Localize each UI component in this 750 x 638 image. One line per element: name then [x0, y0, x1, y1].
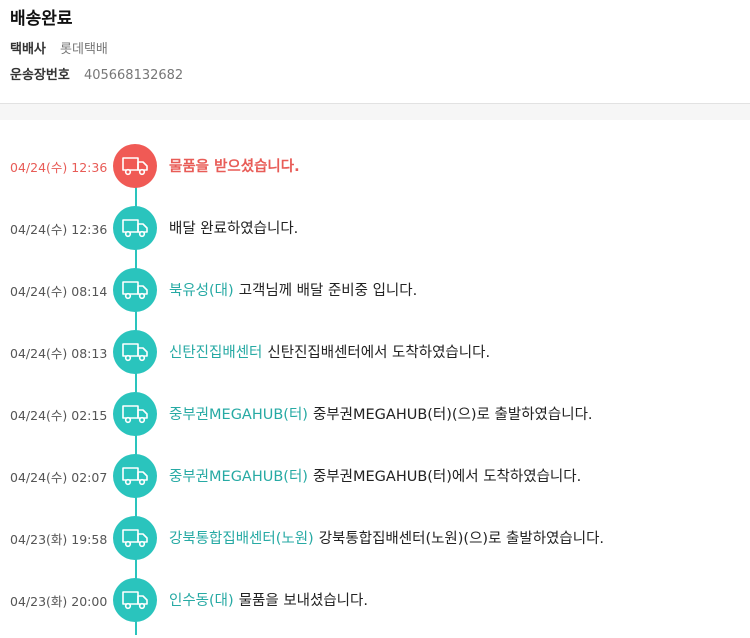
timeline-event: 04/23(화) 19:58 강북통합집배센터(노원) 강북통합집배센터(노원)(으… — [0, 516, 750, 560]
tracking-header: 배송완료 택배사 롯데택배 운송장번호 405668132682 — [0, 0, 750, 104]
event-location: 중부권MEGAHUB(터) — [169, 407, 308, 423]
event-message: 배달 완료하였습니다. — [169, 217, 298, 238]
event-location: 강북통합집배센터(노원) — [169, 531, 314, 547]
timeline-event: 04/24(수) 12:36 배달 완료하였습니다. — [0, 206, 750, 250]
event-message: 중부권MEGAHUB(터) 중부권MEGAHUB(터)(으)로 출발하였습니다. — [169, 403, 593, 424]
timeline-event: 04/24(수) 02:15 중부권MEGAHUB(터) 중부권MEGAHUB(터)… — [0, 392, 750, 436]
event-marker — [113, 268, 157, 312]
event-text: 물품을 보내셨습니다. — [238, 593, 368, 609]
tracking-timeline: 04/24(수) 12:36 물품을 받으셨습니다. 04/24(수) 12:36 배… — [0, 120, 750, 638]
event-location: 북유성(대) — [169, 283, 234, 299]
event-message: 북유성(대) 고객님께 배달 준비중 입니다. — [169, 279, 417, 300]
event-message: 중부권MEGAHUB(터) 중부권MEGAHUB(터)에서 도착하였습니다. — [169, 465, 581, 486]
timeline-event: 04/24(수) 08:14 북유성(대) 고객님께 배달 준비중 입니다. — [0, 268, 750, 312]
event-text: 신탄진집배센터에서 도착하였습니다. — [267, 345, 491, 361]
event-message: 물품을 받으셨습니다. — [169, 155, 300, 176]
event-time: 04/24(수) 12:36 — [10, 160, 108, 175]
event-marker — [113, 578, 157, 622]
event-text: 강북통합집배센터(노원)(으)로 출발하였습니다. — [318, 531, 605, 547]
event-time: 04/23(화) 19:58 — [10, 532, 108, 547]
tracking-number-label: 운송장번호 — [10, 68, 70, 83]
event-text: 중부권MEGAHUB(터)(으)로 출발하였습니다. — [312, 407, 593, 423]
event-time: 04/24(수) 08:14 — [10, 284, 108, 299]
event-message: 강북통합집배센터(노원) 강북통합집배센터(노원)(으)로 출발하였습니다. — [169, 527, 604, 548]
event-marker — [113, 516, 157, 560]
carrier-row: 택배사 롯데택배 — [10, 38, 108, 57]
event-text: 중부권MEGAHUB(터)에서 도착하였습니다. — [312, 469, 582, 485]
carrier-label: 택배사 — [10, 42, 46, 57]
event-message: 인수동(대) 물품을 보내셨습니다. — [169, 589, 368, 610]
event-time: 04/24(수) 02:07 — [10, 470, 108, 485]
event-time: 04/23(화) 20:00 — [10, 594, 108, 609]
event-time: 04/24(수) 08:13 — [10, 346, 108, 361]
event-marker — [113, 144, 157, 188]
event-marker — [113, 206, 157, 250]
section-gap — [0, 104, 750, 120]
event-location: 인수동(대) — [169, 593, 234, 609]
event-marker — [113, 392, 157, 436]
event-marker — [113, 330, 157, 374]
timeline-event: 04/24(수) 12:36 물품을 받으셨습니다. — [0, 144, 750, 188]
timeline-event: 04/24(수) 02:07 중부권MEGAHUB(터) 중부권MEGAHUB(터)… — [0, 454, 750, 498]
event-text: 배달 완료하였습니다. — [169, 221, 299, 237]
event-text: 고객님께 배달 준비중 입니다. — [238, 283, 418, 299]
tracking-number-row: 운송장번호 405668132682 — [10, 64, 183, 83]
timeline-event: 04/24(수) 08:13 신탄진집배센터 신탄진집배센터에서 도착하였습니다. — [0, 330, 750, 374]
event-time: 04/24(수) 12:36 — [10, 222, 108, 237]
event-location: 중부권MEGAHUB(터) — [169, 469, 308, 485]
event-text: 물품을 받으셨습니다. — [169, 159, 300, 175]
event-location: 신탄진집배센터 — [169, 345, 263, 361]
event-message: 신탄진집배센터 신탄진집배센터에서 도착하였습니다. — [169, 341, 490, 362]
timeline-event: 04/23(화) 20:00 인수동(대) 물품을 보내셨습니다. — [0, 578, 750, 622]
tracking-number-value: 405668132682 — [83, 68, 184, 83]
event-time: 04/24(수) 02:15 — [10, 408, 108, 423]
delivery-status-title: 배송완료 — [10, 9, 73, 29]
event-marker — [113, 454, 157, 498]
carrier-value: 롯데택배 — [60, 42, 108, 57]
